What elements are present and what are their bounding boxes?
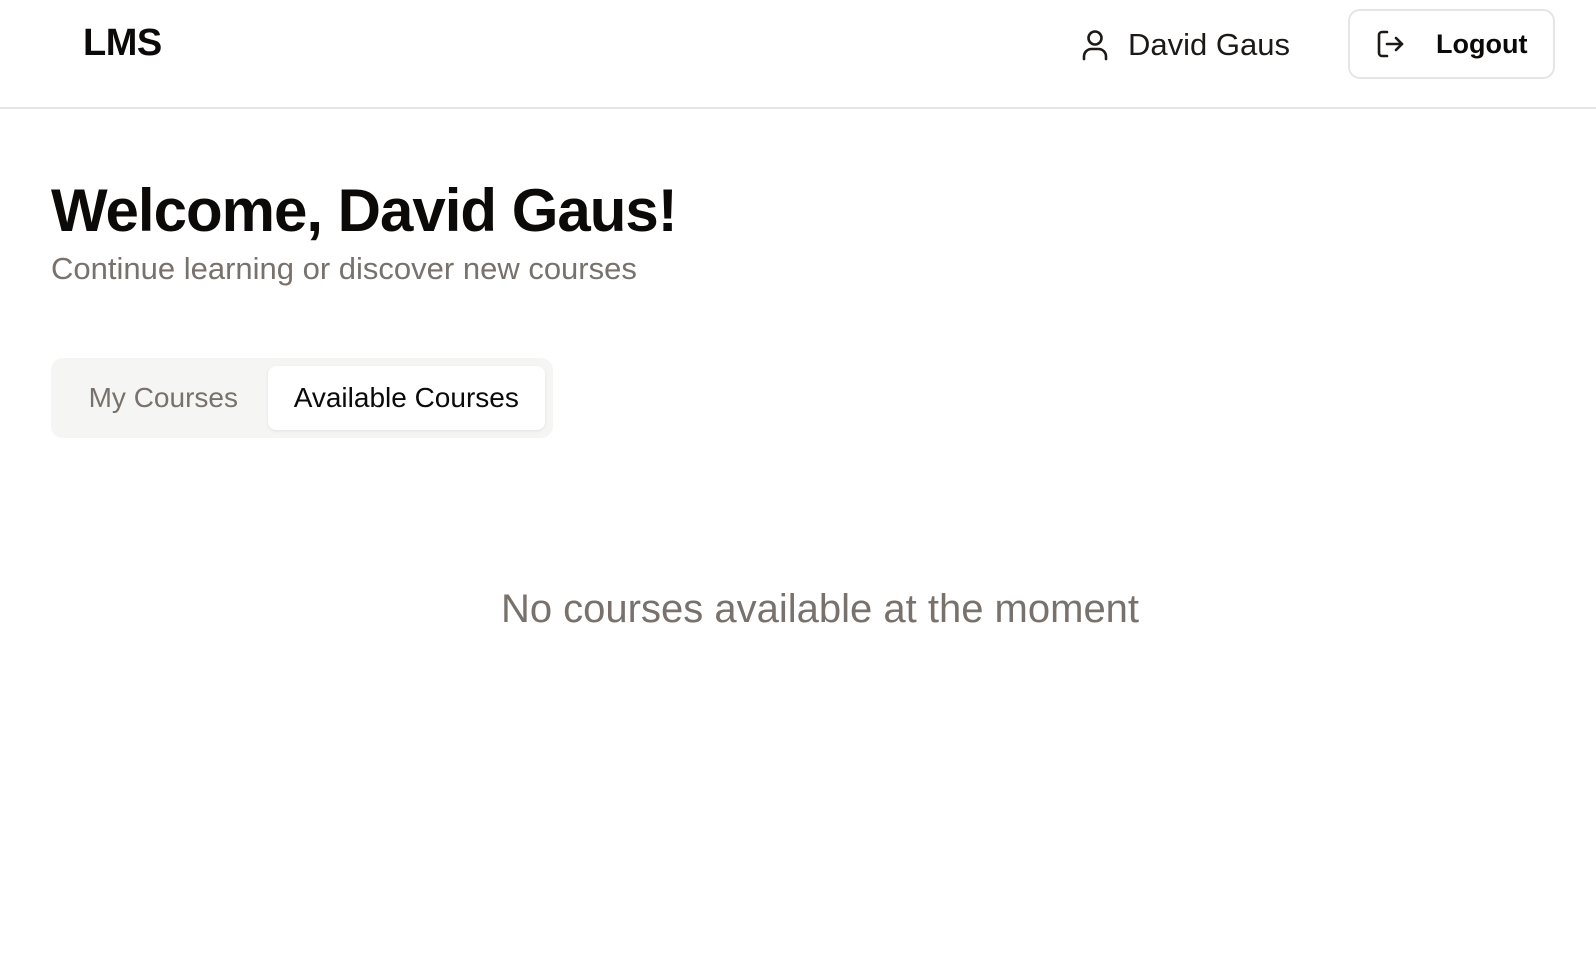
course-tabs: My Courses Available Courses [51,358,553,438]
top-navbar: LMS David Gaus Logout [0,0,1596,109]
user-info: David Gaus [1080,25,1290,65]
tab-available-courses[interactable]: Available Courses [267,366,545,430]
user-name: David Gaus [1128,27,1290,62]
logout-icon [1374,27,1408,61]
logout-label: Logout [1436,28,1528,59]
app-logo-text[interactable]: LMS [83,22,162,65]
page-subtitle: Continue learning or discover new course… [51,251,637,286]
page-title: Welcome, David Gaus! [51,177,678,244]
tab-my-courses[interactable]: My Courses [59,366,268,430]
user-icon [1080,29,1110,61]
logout-button[interactable]: Logout [1348,9,1555,79]
empty-state-message: No courses available at the moment [500,587,1140,631]
